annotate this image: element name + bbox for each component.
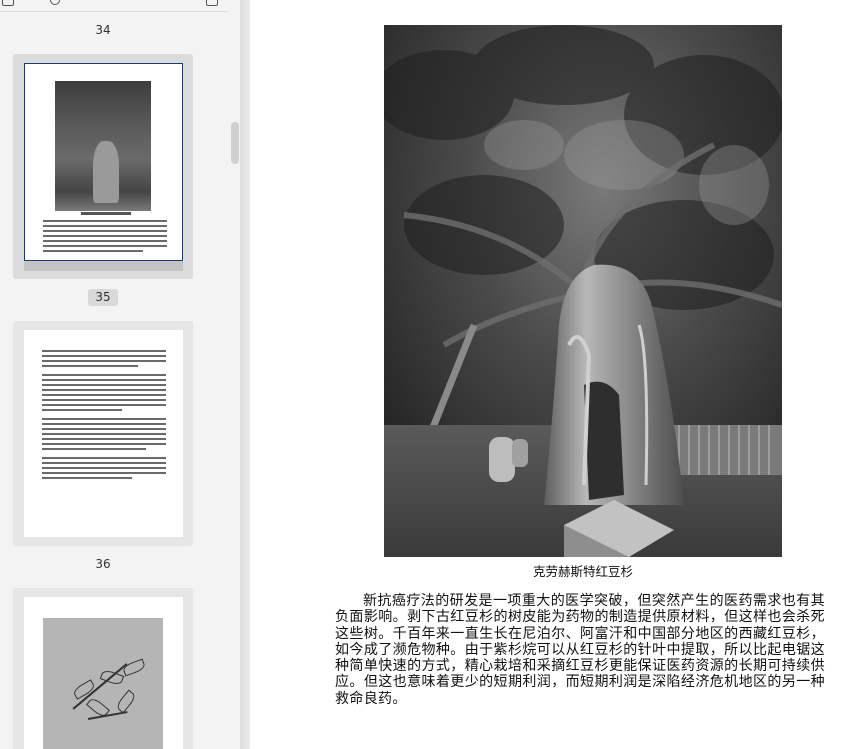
figure-caption: 克劳赫斯特红豆杉 bbox=[532, 564, 633, 579]
sidebar-scrollbar[interactable] bbox=[231, 122, 239, 164]
thumbnail-page bbox=[24, 597, 183, 749]
body-paragraph: 新抗癌疗法的研发是一项重大的医学突破，但突然产生的医药需求也有其负面影响。剥下古… bbox=[335, 593, 825, 707]
page-number-label-selected: 35 bbox=[88, 289, 118, 306]
thumbnail-page bbox=[24, 63, 183, 261]
thumbnail-page bbox=[24, 330, 183, 537]
panel-divider[interactable] bbox=[240, 0, 250, 749]
thumbnail-photo bbox=[55, 81, 151, 211]
page-thumbnail[interactable] bbox=[13, 321, 193, 546]
outline-icon[interactable] bbox=[2, 0, 14, 6]
page-thumbnail[interactable] bbox=[13, 588, 193, 749]
sidebar-toolbar bbox=[0, 0, 228, 12]
page-number-label: 34 bbox=[95, 23, 111, 37]
document-page: 克劳赫斯特红豆杉 新抗癌疗法的研发是一项重大的医学突破，但突然产生的医药需求也有… bbox=[250, 0, 854, 749]
search-icon[interactable] bbox=[50, 0, 60, 5]
thumbnail-sidebar: 34 35 36 bbox=[0, 0, 240, 749]
page-number-label: 36 bbox=[95, 557, 111, 571]
yew-tree-photo bbox=[384, 25, 782, 557]
page-thumbnail-selected[interactable] bbox=[13, 54, 193, 279]
edit-icon[interactable] bbox=[206, 0, 218, 6]
botanical-illustration bbox=[43, 618, 163, 749]
